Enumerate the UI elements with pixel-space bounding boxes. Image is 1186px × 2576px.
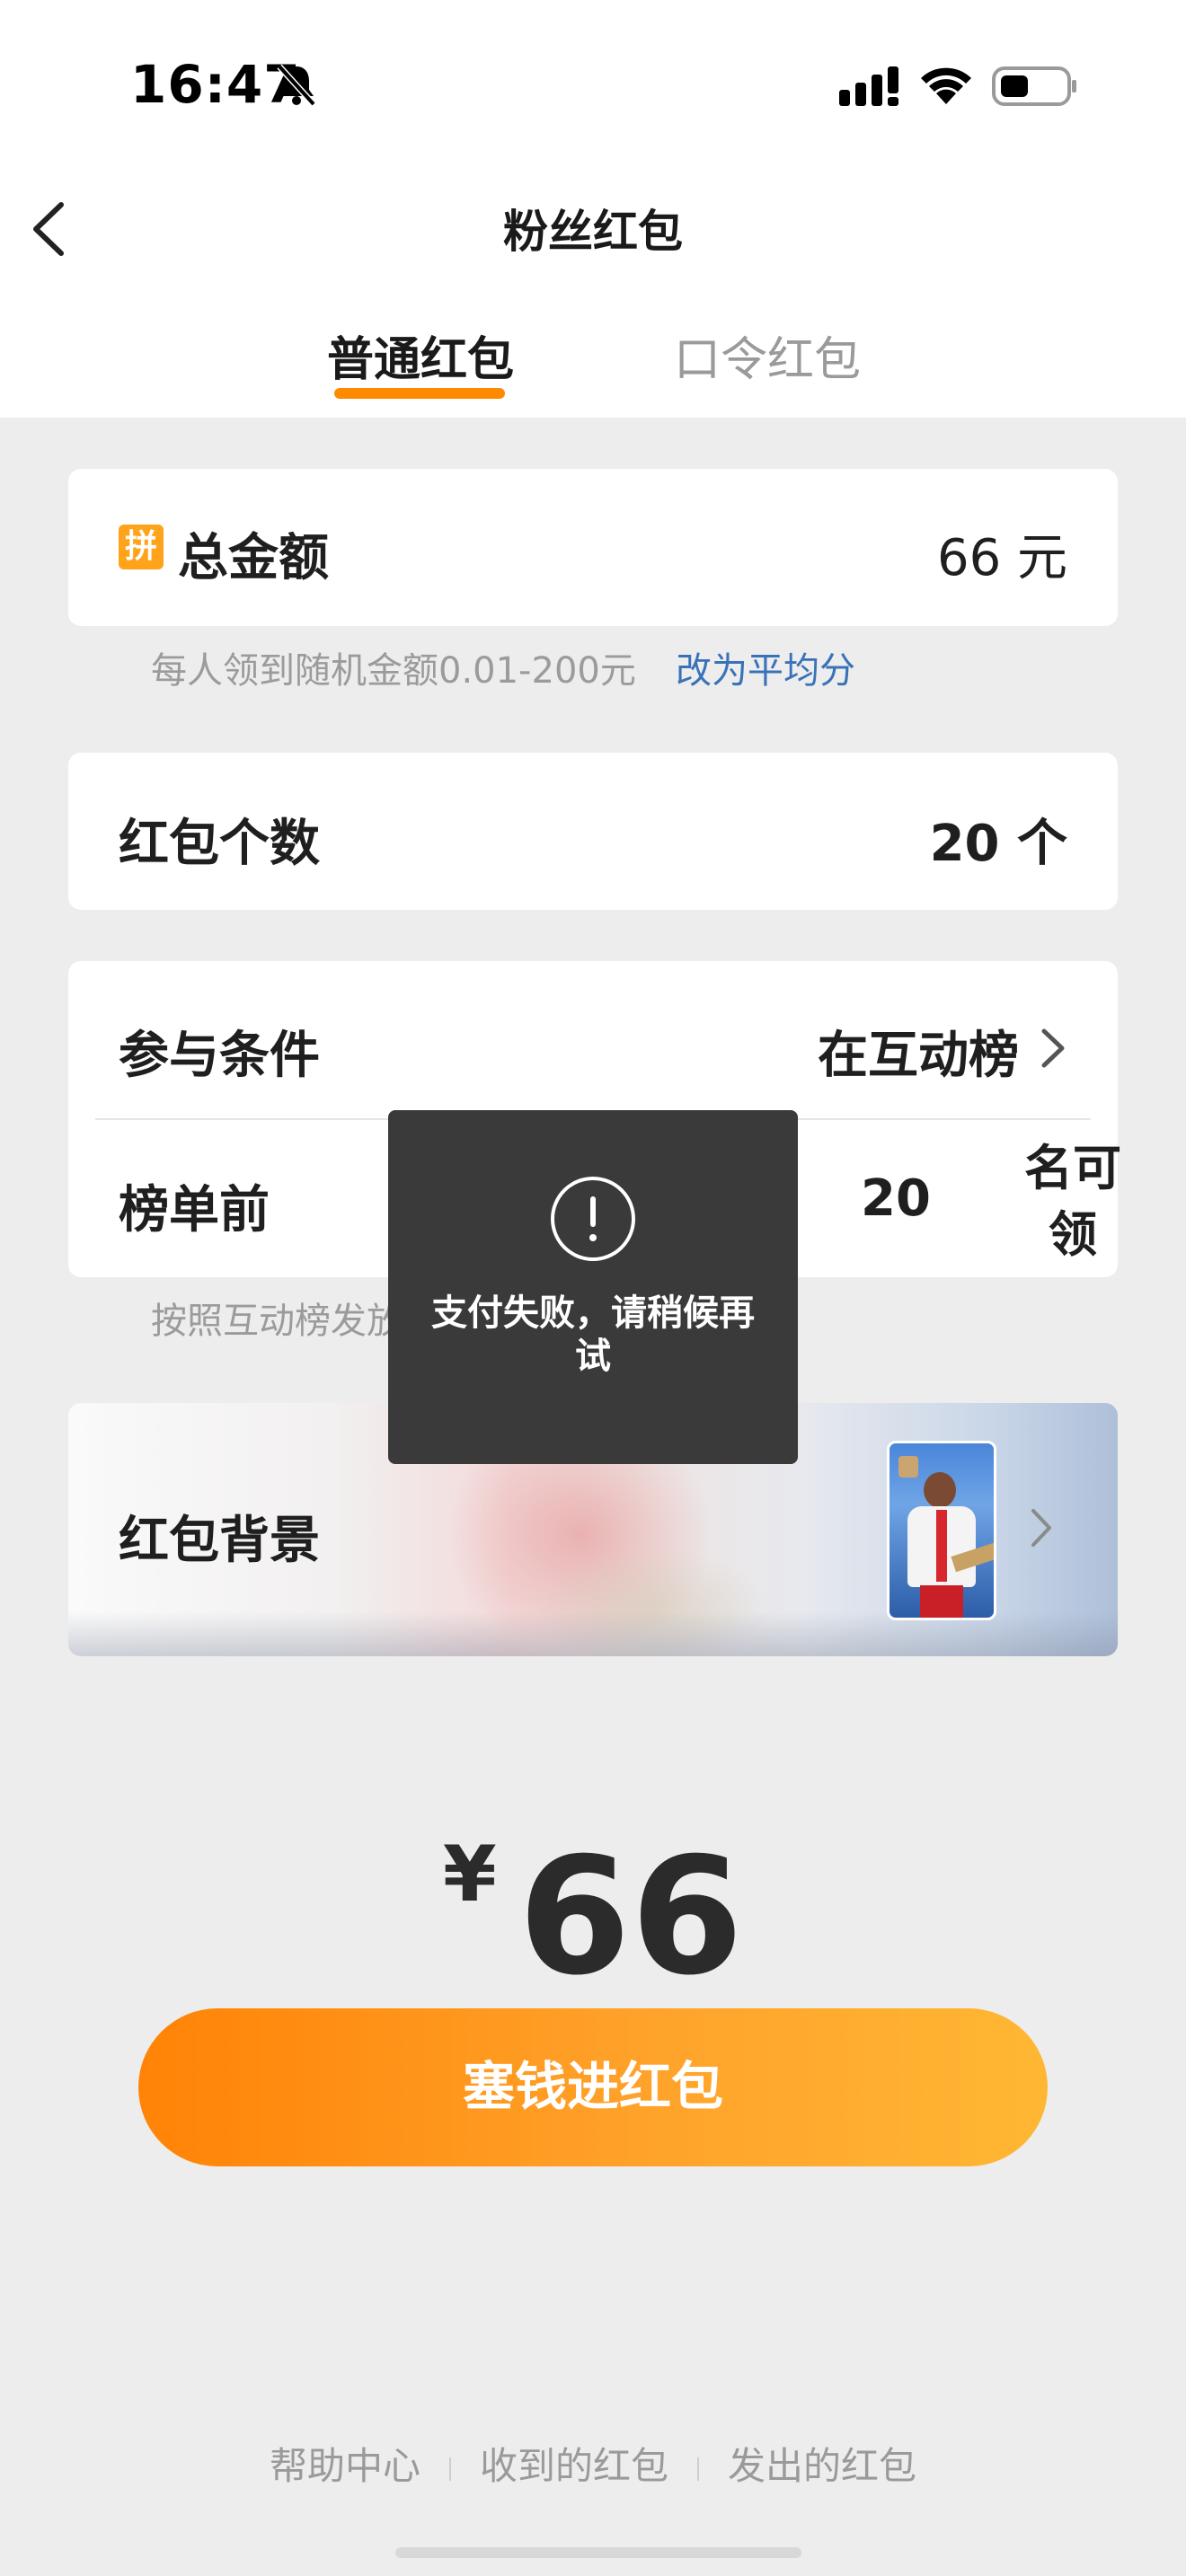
thumbnail-detail — [924, 1472, 956, 1508]
rank-label: 榜单前 — [119, 1181, 270, 1239]
rank-value-input[interactable]: 20 — [861, 1169, 931, 1228]
currency-symbol: ¥ — [442, 1830, 497, 1919]
received-packets-link[interactable]: 收到的红包 — [451, 2436, 697, 2491]
tab-password-red-packet[interactable]: 口令红包 — [674, 322, 861, 389]
switch-to-average-link[interactable]: 改为平均分 — [676, 641, 855, 693]
battery-icon — [992, 66, 1076, 106]
thumbnail-detail — [936, 1510, 947, 1582]
background-thumbnail[interactable] — [887, 1441, 996, 1620]
packet-count-row[interactable]: 红包个数 20 个 — [68, 753, 1118, 910]
condition-label: 参与条件 — [119, 1027, 320, 1085]
status-bar: 16:47 — [0, 0, 1186, 171]
payment-failed-toast: 支付失败，请稍候再试 — [388, 1110, 798, 1464]
packet-count-value[interactable]: 20 个 — [930, 803, 1067, 876]
total-amount-value[interactable]: 66 元 — [937, 517, 1067, 590]
total-amount-label: 总金额 — [178, 529, 329, 587]
chevron-right-icon[interactable] — [1028, 1505, 1055, 1550]
page-title: 粉丝红包 — [503, 206, 683, 258]
home-indicator[interactable] — [395, 2547, 801, 2558]
total-amount-row[interactable]: 拼 总金额 66 元 — [68, 469, 1118, 626]
thumbnail-detail — [898, 1456, 918, 1478]
wifi-icon — [921, 67, 971, 104]
packet-count-label: 红包个数 — [119, 815, 320, 873]
rank-hint: 按照互动榜发放 — [151, 1301, 403, 1342]
bell-slash-icon — [277, 64, 316, 107]
exclamation-circle-icon — [551, 1177, 635, 1261]
rank-suffix: 名可领 — [1024, 1140, 1121, 1263]
condition-value[interactable]: 在互动榜 — [818, 1015, 1019, 1088]
price-amount: 66 — [518, 1823, 744, 2011]
tab-normal-red-packet[interactable]: 普通红包 — [327, 322, 514, 389]
footer-links: 帮助中心 收到的红包 发出的红包 — [0, 2436, 1186, 2491]
sent-packets-link[interactable]: 发出的红包 — [699, 2436, 945, 2491]
total-price: ¥66 — [0, 1823, 1186, 2011]
thumbnail-detail — [920, 1585, 963, 1618]
put-money-button[interactable]: 塞钱进红包 — [138, 2008, 1048, 2166]
help-center-link[interactable]: 帮助中心 — [241, 2436, 449, 2491]
background-label: 红包背景 — [119, 1512, 320, 1570]
active-tab-indicator — [334, 388, 505, 399]
toast-message: 支付失败，请稍候再试 — [431, 1292, 755, 1377]
pin-badge-icon: 拼 — [119, 525, 164, 569]
amount-hint: 每人领到随机金额0.01-200元 — [151, 650, 636, 692]
chevron-right-icon[interactable] — [1037, 1026, 1067, 1071]
cellular-signal-icon — [839, 66, 898, 106]
